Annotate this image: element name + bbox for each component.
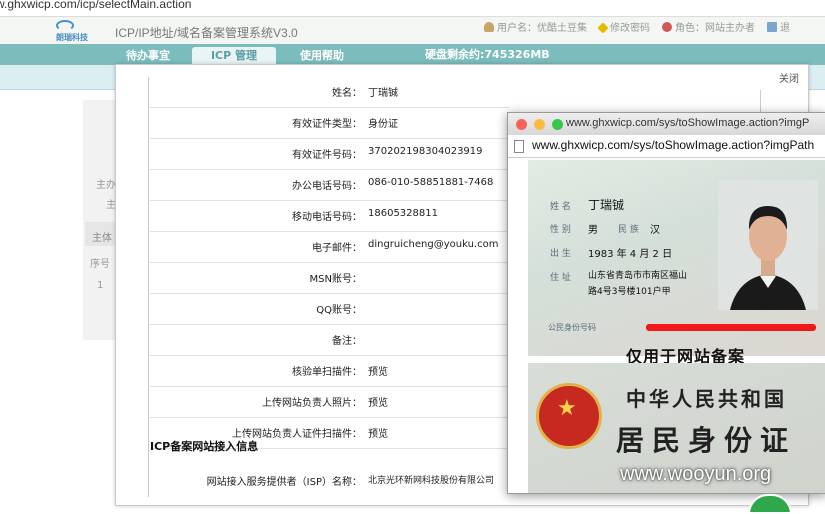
form-row: 有效证件号码： 370202198304023919 [150,139,510,170]
exit-icon [767,22,777,32]
page-icon [514,140,524,153]
field-value: 370202198304023919 [368,146,483,157]
key-icon [597,22,609,34]
role-display: 角色：网站主办者 [662,20,755,38]
role-icon [662,22,672,32]
card-address: 山东省青岛市市南区福山 [588,271,688,281]
field-label: 有效证件类型： [292,119,362,130]
preview-link[interactable]: 预览 [368,394,388,409]
person-info-form: 姓名： 丁瑞铖 有效证件类型： 身份证 有效证件号码： 370202198304023… [150,77,510,449]
field-label: 备注： [332,336,362,347]
field-value: 18605328811 [368,208,438,219]
national-emblem-icon: ★ [536,383,602,449]
field-label: MSN账号： [309,274,362,285]
bg-label-a: 主办 [96,180,116,191]
card-back-title: 居民身份证 [616,424,797,457]
form-row: 上传网站负责人照片： 预览 [150,387,510,418]
field-value: 身份证 [368,119,398,130]
card-name: 丁瑞铖 [588,198,625,212]
bg-row-number: 1 [97,280,104,291]
image-popup-window: www.ghxwicp.com/sys/toShowImage.action?i… [507,112,825,494]
field-label: QQ账号： [316,305,362,316]
user-info-bar: 用户名：优酷土豆集 修改密码 角色：网站主办者 退 [484,20,790,38]
field-label: 移动电话号码： [292,212,362,223]
form-row: 办公电话号码： 086-010-58851881-7468 [150,170,510,201]
preview-link[interactable]: 预览 [368,425,388,440]
logo-mark-icon [56,20,74,31]
exit-link[interactable]: 退 [767,20,790,38]
popup-titlebar[interactable]: www.ghxwicp.com/sys/toShowImage.action?i… [508,113,825,136]
logo-text: 朗瑞科技 [56,33,88,42]
form-row: MSN账号： [150,263,510,294]
card-field-label: 公民身份号码 [548,323,596,332]
tab-icp-manage[interactable]: ICP 管理 [192,47,276,65]
card-field-label: 民 族 [618,225,639,235]
tab-todo[interactable]: 待办事宜 [112,47,184,65]
disk-space-info: 硬盘剩余约:745326MB [425,48,550,61]
form-row: QQ账号： [150,294,510,325]
tab-help[interactable]: 使用帮助 [286,47,358,65]
isp-value: 北京光环新网科技股份有限公司 [368,476,495,486]
bg-seq-header: 序号 [90,259,110,270]
card-birth: 1983 年 4 月 2 日 [588,249,673,260]
field-label: 姓名： [332,88,362,99]
preview-link[interactable]: 预览 [368,363,388,378]
field-label: 上传网站负责人照片： [262,398,362,409]
portrait-photo [718,180,818,310]
field-label: 核验单扫描件： [292,367,362,378]
field-label: 办公电话号码： [292,181,362,192]
card-field-label: 姓 名 [550,202,571,212]
user-icon [484,22,494,32]
zoom-window-icon[interactable] [552,119,563,130]
card-field-label: 住 址 [550,273,571,283]
popup-url-text: www.ghxwicp.com/sys/toShowImage.action?i… [532,138,815,152]
popup-title: www.ghxwicp.com/sys/toShowImage.action?i… [566,117,810,129]
username-display: 用户名：优酷土豆集 [484,20,587,38]
site-watermark: www.wooyun.org [620,463,772,485]
field-value: dingruicheng@youku.com [368,239,499,250]
card-address: 路4号3号楼101户甲 [588,287,671,297]
card-sex: 男 [588,225,598,236]
form-row: 核验单扫描件： 预览 [150,356,510,387]
card-nation: 汉 [650,225,660,236]
id-card-front: 姓 名 丁瑞铖 性 别 男 民 族 汉 出 生 1983 年 4 月 2 日 住… [528,160,825,366]
bg-label-c: 主体 [92,233,112,244]
app-logo: 朗瑞科技 [56,20,102,42]
minimize-window-icon[interactable] [534,119,545,130]
field-value: 086-010-58851881-7468 [368,177,494,188]
field-value: 丁瑞铖 [368,88,398,99]
card-field-label: 性 别 [550,225,571,235]
redacted-id-number [646,324,816,331]
isp-row: 网站接入服务提供者（ISP）名称： 北京光环新网科技股份有限公司 [150,470,510,490]
main-nav: 待办事宜 ICP 管理 使用帮助 [0,44,825,65]
form-row: 有效证件类型： 身份证 [150,108,510,139]
field-label: 有效证件号码： [292,150,362,161]
form-row: 电子邮件： dingruicheng@youku.com [150,232,510,263]
id-card-image: 姓 名 丁瑞铖 性 别 男 民 族 汉 出 生 1983 年 4 月 2 日 住… [508,158,825,493]
background-panel [83,100,118,340]
change-password-link[interactable]: 修改密码 [597,20,650,38]
modal-close-button[interactable]: 关闭 [779,70,799,85]
card-back-country: 中华人民共和国 [626,387,787,411]
form-left-border [148,77,149,497]
popup-url-bar[interactable]: www.ghxwicp.com/sys/toShowImage.action?i… [508,135,825,158]
system-title: ICP/IP地址/域名备案管理系统V3.0 [115,26,298,40]
browser-url-text: w.ghxwicp.com/icp/selectMain.action [0,0,192,11]
close-window-icon[interactable] [516,119,527,130]
isp-label: 网站接入服务提供者（ISP）名称： [206,477,362,488]
form-row: 姓名： 丁瑞铖 [150,77,510,108]
form-row: 备注： [150,325,510,356]
browser-url-bar[interactable]: w.ghxwicp.com/icp/selectMain.action [0,0,825,16]
card-field-label: 出 生 [550,249,571,259]
field-label: 电子邮件： [312,243,362,254]
form-row: 移动电话号码： 18605328811 [150,201,510,232]
section-title: ICP备案网站接入信息 [150,440,259,453]
